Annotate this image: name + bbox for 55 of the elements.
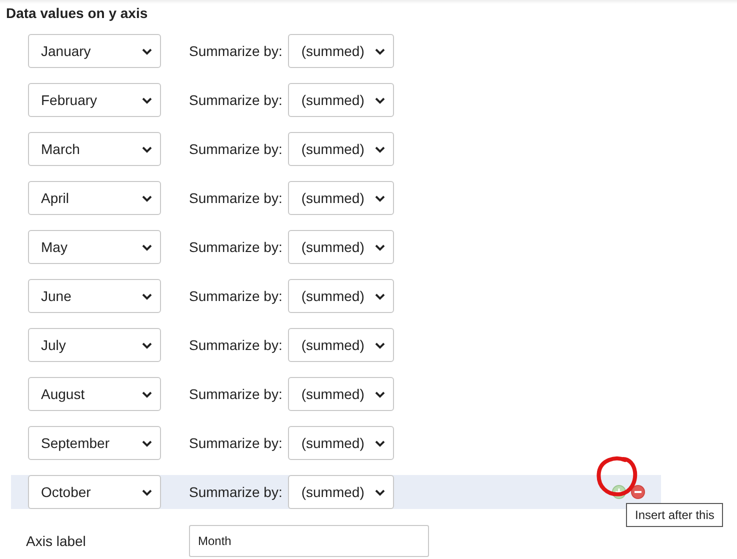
chevron-icon bbox=[375, 488, 386, 496]
field-select[interactable]: July bbox=[28, 328, 161, 362]
summarize-select[interactable]: (summed) bbox=[288, 279, 394, 313]
summarize-select[interactable]: (summed) bbox=[288, 230, 394, 264]
summarize-select[interactable]: (summed) bbox=[288, 83, 394, 117]
chevron-icon bbox=[142, 390, 152, 398]
remove-icon[interactable] bbox=[631, 485, 645, 499]
chevron-icon bbox=[375, 342, 386, 348]
field-select[interactable]: September bbox=[28, 426, 161, 460]
field-select[interactable]: March bbox=[28, 132, 161, 166]
field-select[interactable]: May bbox=[28, 230, 161, 264]
field-select[interactable]: January bbox=[28, 34, 161, 68]
summarize-label: Summarize by: bbox=[189, 288, 282, 304]
chevron-icon bbox=[142, 244, 152, 250]
summarize-select[interactable]: (summed) bbox=[288, 34, 394, 68]
summarize-label: Summarize by: bbox=[189, 484, 282, 500]
axis-label-field[interactable]: Month bbox=[189, 525, 429, 557]
chevron-icon bbox=[375, 440, 386, 446]
summarize-label: Summarize by: bbox=[189, 239, 282, 255]
field-select[interactable]: June bbox=[28, 279, 161, 313]
summarize-label: Summarize by: bbox=[189, 190, 282, 206]
summarize-label: Summarize by: bbox=[189, 92, 282, 108]
chevron-icon bbox=[142, 488, 152, 496]
chevron-icon bbox=[142, 194, 152, 202]
summarize-select[interactable]: (summed) bbox=[288, 475, 394, 509]
field-select[interactable]: August bbox=[28, 377, 161, 411]
chevron-icon bbox=[375, 390, 386, 398]
summarize-select[interactable]: (summed) bbox=[288, 426, 394, 460]
chevron-icon bbox=[142, 342, 152, 348]
chevron-icon bbox=[375, 96, 386, 104]
summarize-select[interactable]: (summed) bbox=[288, 181, 394, 215]
section-title: Data values on y axis bbox=[6, 5, 149, 22]
chevron-icon bbox=[375, 48, 386, 54]
chevron-icon bbox=[142, 48, 152, 54]
field-select[interactable]: February bbox=[28, 83, 161, 117]
chevron-icon bbox=[142, 440, 152, 446]
field-select[interactable]: April bbox=[28, 181, 161, 215]
axis-label: Axis label bbox=[26, 533, 87, 549]
summarize-label: Summarize by: bbox=[189, 337, 282, 353]
summarize-label: Summarize by: bbox=[189, 386, 282, 402]
summarize-label: Summarize by: bbox=[189, 43, 282, 59]
chevron-icon bbox=[375, 146, 386, 152]
summarize-select[interactable]: (summed) bbox=[288, 132, 394, 166]
chevron-icon bbox=[375, 244, 386, 250]
summarize-select[interactable]: (summed) bbox=[288, 377, 394, 411]
field-select[interactable]: October bbox=[28, 475, 161, 509]
summarize-label: Summarize by: bbox=[189, 141, 282, 157]
chevron-icon bbox=[142, 146, 152, 152]
chevron-icon bbox=[142, 96, 152, 104]
tooltip: Insert after this bbox=[626, 503, 724, 527]
summarize-label: Summarize by: bbox=[189, 435, 282, 451]
summarize-select[interactable]: (summed) bbox=[288, 328, 394, 362]
chevron-icon bbox=[142, 292, 152, 300]
chevron-icon bbox=[375, 292, 386, 300]
chevron-icon bbox=[375, 194, 386, 202]
